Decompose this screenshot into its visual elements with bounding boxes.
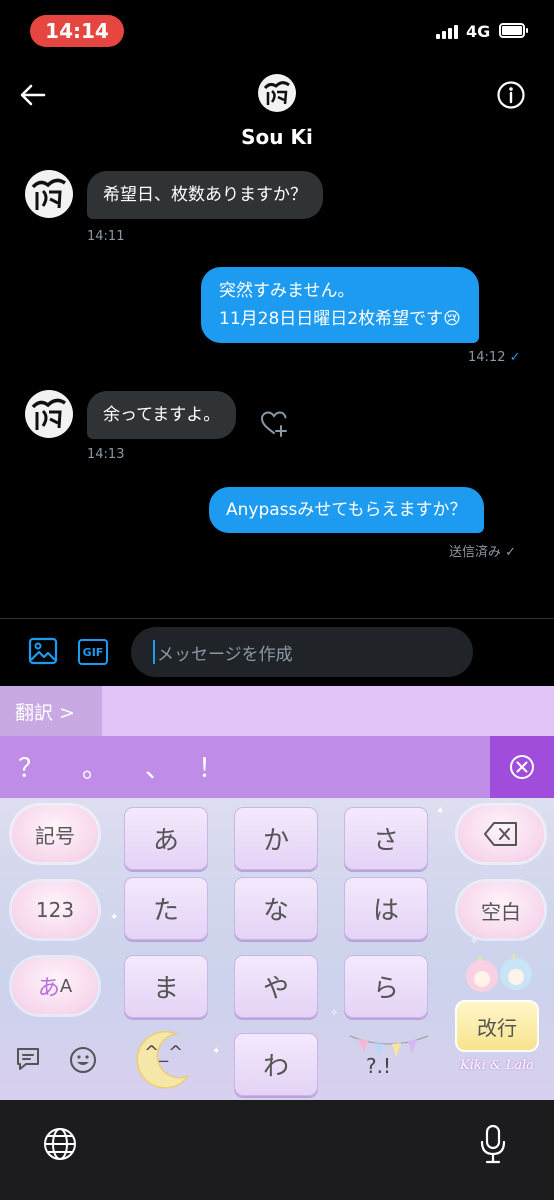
text-cursor xyxy=(153,640,155,664)
key-ta[interactable]: た xyxy=(124,877,208,940)
alpha-label: A xyxy=(59,975,73,997)
key-wa[interactable]: わ xyxy=(234,1033,318,1096)
message-line: 突然すみません。 xyxy=(219,281,355,301)
clear-suggestions-button[interactable] xyxy=(490,736,554,798)
keyboard-system-bar xyxy=(0,1100,554,1200)
kana-label: あ xyxy=(37,976,60,1001)
message-timestamp: 14:11 xyxy=(87,229,125,244)
message-bubble-incoming[interactable]: 余ってますよ。 xyxy=(87,391,237,439)
punct-key-label: ?.! xyxy=(366,1054,391,1078)
key-ya[interactable]: や xyxy=(234,955,318,1018)
chat-bubble-icon[interactable] xyxy=(14,1045,42,1073)
key-ma[interactable]: ま xyxy=(124,955,208,1018)
message-status: 送信済み ✓ xyxy=(449,545,517,560)
calligraphy-logo-icon xyxy=(31,178,66,210)
message-timestamp: 14:12 ✓ xyxy=(468,350,521,365)
numbers-key[interactable]: 123 xyxy=(12,882,98,938)
star-decoration-icon: ✦ xyxy=(436,806,445,817)
star-decoration-icon: ✧ xyxy=(330,1008,339,1019)
message-line: 11月28日日曜日2枚希望です😢 xyxy=(219,309,461,329)
return-key[interactable]: 改行 xyxy=(455,1000,539,1052)
translate-button[interactable]: 翻訳 > xyxy=(0,686,102,736)
crying-face-emoji: 😢 xyxy=(443,309,461,329)
sent-check-icon: ✓ xyxy=(505,545,517,560)
sent-check-icon: ✓ xyxy=(509,350,521,365)
backspace-icon xyxy=(484,822,517,846)
key-sa[interactable]: さ xyxy=(344,807,428,870)
status-time: 14:14 xyxy=(30,15,124,47)
voice-message-icon[interactable] xyxy=(497,638,525,666)
back-arrow-icon[interactable] xyxy=(18,80,48,110)
dakuten-moon-key[interactable]: ^_^ xyxy=(132,1028,202,1090)
message-bubble-incoming[interactable]: 希望日、枚数ありますか？ xyxy=(87,171,323,219)
message-bubble-outgoing[interactable]: 突然すみません。 11月28日日曜日2枚希望です😢 xyxy=(201,267,479,343)
punct-key[interactable]: 。 xyxy=(82,748,108,785)
microphone-icon[interactable] xyxy=(480,1124,506,1164)
punct-key[interactable]: 、 xyxy=(145,748,171,785)
space-key[interactable]: 空白 xyxy=(458,882,544,938)
image-icon[interactable] xyxy=(28,636,58,666)
avatar[interactable] xyxy=(25,390,73,438)
key-a[interactable]: あ xyxy=(124,807,208,870)
emoji-icon[interactable] xyxy=(68,1045,98,1075)
punct-key[interactable]: ？ xyxy=(18,748,44,785)
conversation-title: Sou Ki xyxy=(241,125,313,149)
calligraphy-logo-icon xyxy=(263,81,290,105)
add-reaction-heart-icon[interactable] xyxy=(258,407,290,439)
kiki-lala-logo: Kiki & Lala xyxy=(460,1058,535,1073)
kana-toggle-key[interactable]: あA xyxy=(12,958,98,1014)
key-na[interactable]: な xyxy=(234,877,318,940)
info-icon[interactable] xyxy=(496,80,526,110)
dakuten-label: ^_^ xyxy=(144,1042,184,1063)
key-ha[interactable]: は xyxy=(344,877,428,940)
signal-icon xyxy=(436,25,460,39)
symbols-key[interactable]: 記号 xyxy=(12,806,98,862)
header-avatar[interactable] xyxy=(258,74,296,112)
gif-button[interactable]: GIF xyxy=(78,639,108,665)
star-decoration-icon: ✦ xyxy=(110,912,119,923)
status-bar: 14:14 4G xyxy=(0,0,554,62)
message-input-placeholder: メッセージを作成 xyxy=(157,644,293,665)
message-input[interactable]: メッセージを作成 xyxy=(131,627,473,677)
message-timestamp: 14:13 xyxy=(87,447,125,462)
twin-stars-mascot-icon xyxy=(458,952,544,1004)
backspace-key[interactable] xyxy=(458,806,544,862)
close-circle-icon xyxy=(510,755,534,779)
avatar[interactable] xyxy=(25,170,73,218)
message-bubble-outgoing[interactable]: Anypassみせてもらえますか？ xyxy=(209,487,484,533)
key-ka[interactable]: か xyxy=(234,807,318,870)
punct-key[interactable]: ！ xyxy=(198,748,224,785)
star-decoration-icon: ✦ xyxy=(212,1046,221,1057)
network-type: 4G xyxy=(466,22,491,41)
globe-icon[interactable] xyxy=(42,1126,78,1162)
key-ra[interactable]: ら xyxy=(344,955,428,1018)
punctuation-key[interactable]: ?.! xyxy=(346,1030,432,1092)
calligraphy-logo-icon xyxy=(31,398,66,430)
battery-icon xyxy=(499,23,528,38)
star-decoration-icon: ✧ xyxy=(470,936,479,947)
